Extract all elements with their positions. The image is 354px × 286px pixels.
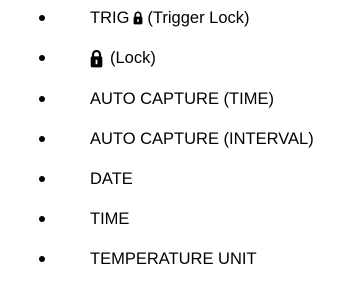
list-item-time: TIME <box>0 207 354 231</box>
list-item-text: AUTO CAPTURE (INTERVAL) <box>90 130 314 148</box>
bullet-icon <box>39 136 45 142</box>
list-item-text: AUTO CAPTURE (TIME) <box>90 90 274 108</box>
list-item-text: TIME <box>90 210 130 228</box>
bullet-icon <box>39 176 45 182</box>
list-item-text: (Lock) <box>90 48 156 68</box>
list-item-text: TEMPERATURE UNIT <box>90 250 257 268</box>
item-suffix: (Trigger Lock) <box>147 9 250 27</box>
list-item-text: DATE <box>90 170 133 188</box>
item-prefix: TRIG <box>90 9 130 27</box>
list-item-temperature-unit: TEMPERATURE UNIT <box>0 247 354 271</box>
bullet-icon <box>39 216 45 222</box>
bullet-icon <box>39 96 45 102</box>
item-suffix: (Lock) <box>110 49 156 67</box>
lock-icon <box>90 49 103 67</box>
list-item-trigger-lock: TRIG (Trigger Lock) <box>0 6 354 30</box>
lock-icon <box>134 11 143 25</box>
list-item-auto-capture-time: AUTO CAPTURE (TIME) <box>0 87 354 111</box>
bullet-icon <box>39 15 45 21</box>
list-item-auto-capture-interval: AUTO CAPTURE (INTERVAL) <box>0 127 354 151</box>
bullet-icon <box>39 256 45 262</box>
list-item-lock: (Lock) <box>0 46 354 70</box>
bullet-icon <box>39 55 45 61</box>
list-item-text: TRIG (Trigger Lock) <box>90 8 250 28</box>
list-item-date: DATE <box>0 167 354 191</box>
